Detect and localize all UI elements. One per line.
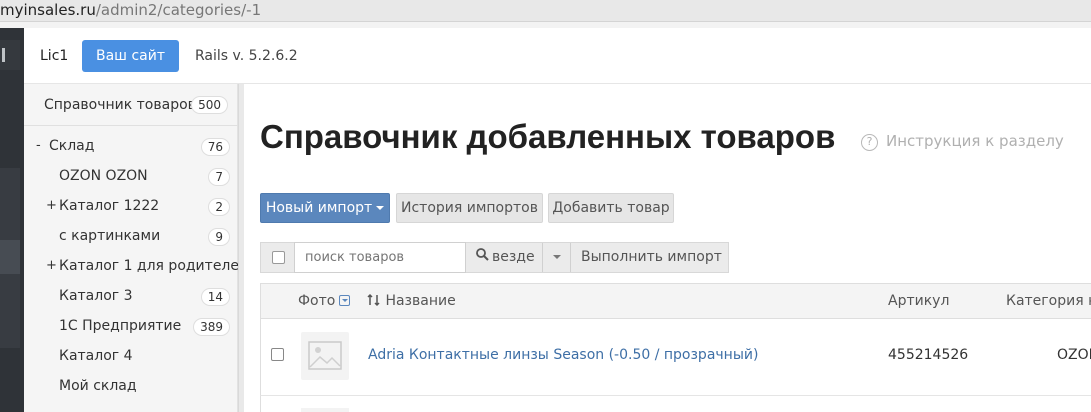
table-row[interactable]: [260, 396, 1091, 412]
category-sidebar: Справочник товаров 500 - Склад 76 OZON O…: [24, 84, 248, 412]
rail-menu-toggle[interactable]: [0, 40, 20, 70]
column-photo-label: Фото: [298, 293, 336, 309]
photo-dropdown-icon[interactable]: [339, 295, 351, 306]
sidebar-item-sklad[interactable]: - Склад 76: [24, 132, 238, 162]
question-icon: ?: [861, 134, 878, 151]
table-header: Фото Название Артикул Категория на: [260, 283, 1091, 319]
product-category: OZON: [1057, 347, 1091, 363]
page-title: Справочник добавленных товаров: [260, 118, 836, 155]
collapse-toggle[interactable]: -: [36, 138, 41, 153]
caret-down-icon: [552, 255, 561, 259]
help-link[interactable]: ? Инструкция к разделу: [861, 132, 1064, 151]
select-all-checkbox[interactable]: [272, 251, 285, 264]
column-photo[interactable]: Фото: [298, 293, 351, 309]
table-toolbar: везде Выполнить импорт: [260, 242, 729, 287]
search-input[interactable]: [294, 242, 466, 273]
new-import-button[interactable]: Новый импорт: [260, 193, 390, 223]
top-header: Lic1 Ваш сайт Rails v. 5.2.6.2: [24, 28, 1091, 84]
url-host: myinsales.ru: [0, 1, 96, 19]
search-scope-label: везде: [492, 249, 535, 265]
item-count-badge: 9: [208, 228, 230, 246]
image-placeholder-icon: [301, 408, 349, 412]
item-count-badge: 76: [200, 138, 230, 156]
url-text[interactable]: myinsales.ru/admin2/categories/-1: [0, 1, 261, 19]
table-row[interactable]: Adria Контактные линзы Season (-0.50 / п…: [260, 319, 1091, 396]
sidebar-item-label: OZON OZON: [59, 168, 148, 184]
item-count-badge: 14: [200, 288, 230, 306]
product-name-link[interactable]: Adria Контактные линзы Season (-0.50 / п…: [368, 347, 758, 363]
sidebar-item-label: с картинками: [59, 228, 161, 244]
sidebar-item-label: Каталог 1222: [59, 198, 160, 214]
rail-nav-active-item[interactable]: [0, 240, 20, 274]
your-site-button[interactable]: Ваш сайт: [82, 40, 179, 72]
item-count-badge: 2: [208, 198, 230, 216]
column-name[interactable]: Название: [367, 293, 456, 309]
sidebar-item-ozon[interactable]: OZON OZON 7: [24, 162, 238, 192]
sidebar-title: Справочник товаров: [44, 97, 196, 113]
rails-version: Rails v. 5.2.6.2: [195, 48, 298, 64]
sidebar-item-catalog-3[interactable]: Каталог 3 14: [24, 282, 238, 312]
item-count-badge: 389: [193, 318, 230, 336]
import-history-button[interactable]: История импортов: [396, 193, 543, 223]
sidebar-item-catalog-1-parents[interactable]: + Каталог 1 для родителей: [24, 252, 248, 282]
sidebar-item-1c[interactable]: 1С Предприятие 389: [24, 312, 238, 342]
help-link-label: Инструкция к разделу: [886, 132, 1064, 150]
search-options-dropdown[interactable]: [543, 243, 571, 272]
sidebar-item-label: Каталог 3: [59, 288, 133, 304]
sort-icon: [367, 293, 380, 307]
add-product-button[interactable]: Добавить товар: [548, 193, 674, 223]
expand-toggle[interactable]: +: [46, 198, 57, 213]
sidebar-title-count: 500: [191, 96, 228, 114]
search-icon: [476, 248, 489, 261]
sidebar-item-with-pictures[interactable]: с картинками 9: [24, 222, 238, 252]
run-import-label: Выполнить импорт: [581, 249, 722, 265]
main-content: Справочник добавленных товаров ? Инструкц…: [244, 84, 1091, 412]
expand-toggle[interactable]: +: [46, 258, 57, 273]
image-placeholder-icon: [301, 332, 349, 380]
new-import-label: Новый импорт: [265, 200, 373, 216]
url-path: /admin2/categories/-1: [95, 1, 262, 19]
sidebar-item-label: 1С Предприятие: [59, 318, 182, 334]
search-scope-button[interactable]: везде: [466, 243, 543, 272]
sidebar-item-my-sklad[interactable]: Мой склад: [24, 372, 238, 402]
sidebar-header[interactable]: Справочник товаров 500: [24, 84, 238, 126]
run-import-dropdown[interactable]: Выполнить импорт: [571, 243, 729, 287]
product-sku: 455214526: [888, 347, 969, 363]
sidebar-item-label: Склад: [49, 138, 95, 154]
sidebar-item-label: Каталог 1 для родителей: [59, 258, 249, 274]
sidebar-item-catalog-1222[interactable]: + Каталог 1222 2: [24, 192, 238, 222]
sidebar-item-label: Каталог 4: [59, 348, 133, 364]
admin-nav-rail: [0, 28, 24, 412]
column-sku[interactable]: Артикул: [888, 293, 949, 309]
sidebar-item-catalog-4[interactable]: Каталог 4: [24, 342, 238, 372]
column-category[interactable]: Категория на: [1006, 293, 1091, 309]
account-name: Lic1: [40, 48, 69, 64]
item-count-badge: 7: [208, 168, 230, 186]
sidebar-item-label: Мой склад: [59, 378, 137, 394]
row-checkbox[interactable]: [271, 348, 284, 361]
column-name-label: Название: [385, 293, 456, 309]
browser-url-bar[interactable]: myinsales.ru/admin2/categories/-1: [0, 0, 1091, 22]
caret-down-icon: [376, 206, 385, 210]
